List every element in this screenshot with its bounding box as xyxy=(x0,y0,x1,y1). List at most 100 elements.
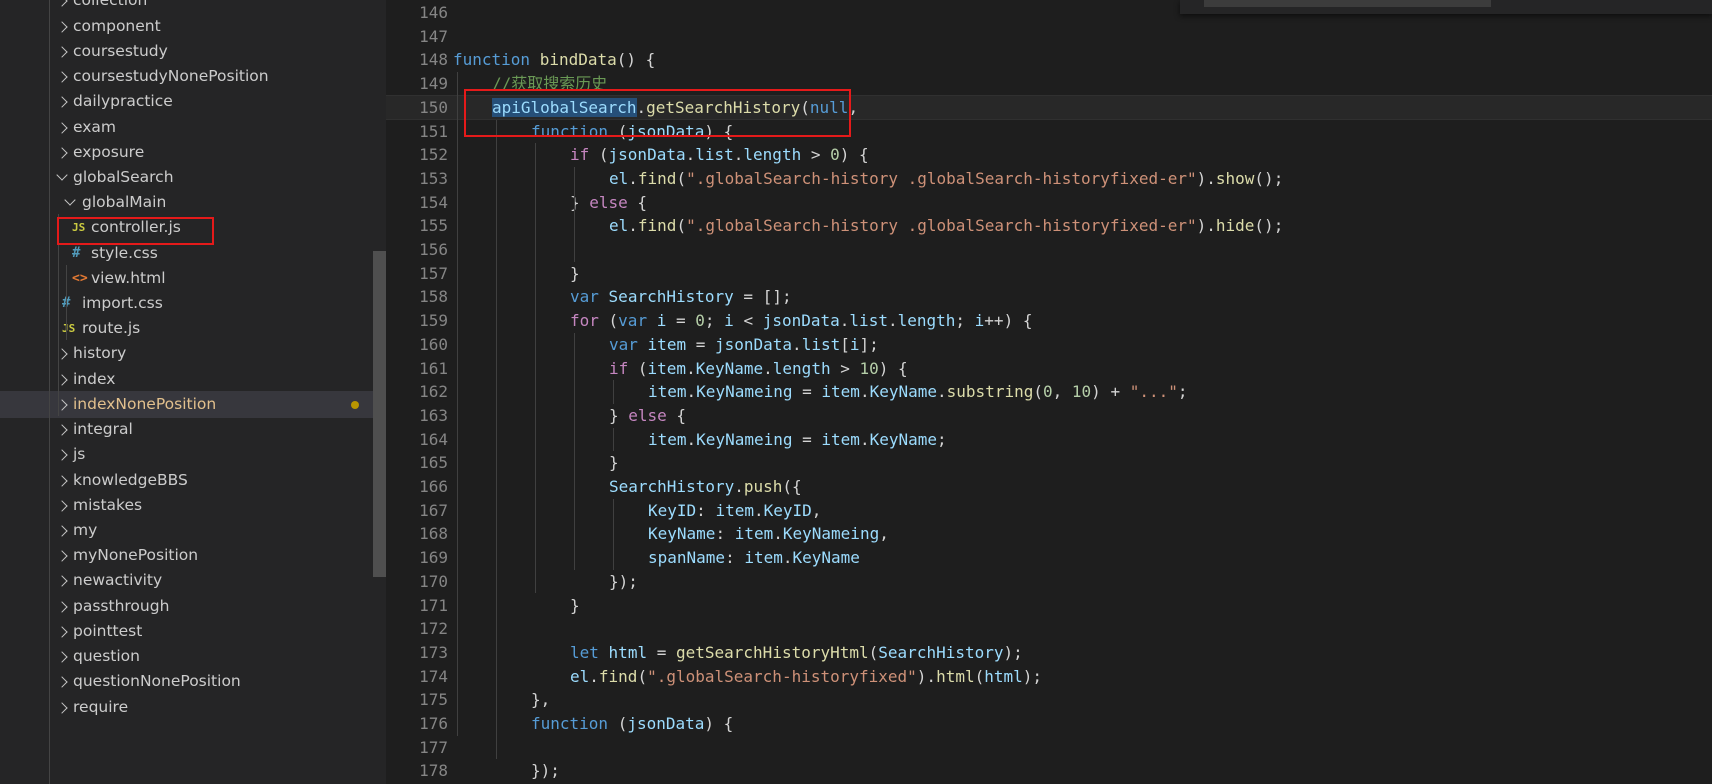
code-line[interactable]: 166 SearchHistory.push({ xyxy=(386,475,1712,499)
tree-indent-guide xyxy=(66,264,67,341)
code-text: apiGlobalSearch.getSearchHistory(null, xyxy=(492,97,859,117)
tree-item-label: view.html xyxy=(91,268,166,287)
code-line[interactable]: 175}, xyxy=(386,688,1712,712)
chevron-right-icon xyxy=(56,474,68,487)
folder-js[interactable]: js xyxy=(0,441,386,469)
line-number: 156 xyxy=(419,240,448,259)
chevron-right-icon xyxy=(56,550,68,562)
folder-passthrough[interactable]: passthrough xyxy=(0,593,386,621)
chevron-right-icon xyxy=(56,500,68,512)
code-line[interactable]: 177 xyxy=(386,736,1712,760)
line-number: 164 xyxy=(419,429,448,449)
folder-mynoneposition[interactable]: myNonePosition xyxy=(0,542,386,570)
code-line[interactable]: 172 xyxy=(386,617,1712,641)
code-text: var SearchHistory = []; xyxy=(570,287,792,307)
folder-integral[interactable]: integral xyxy=(0,416,386,444)
code-line[interactable]: 171} xyxy=(386,594,1712,618)
code-text: function bindData() { xyxy=(453,50,656,70)
find-input[interactable] xyxy=(1204,0,1491,7)
folder-exposure[interactable]: exposure xyxy=(0,139,386,167)
css-file-icon: # xyxy=(72,244,81,261)
folder-dailypractice[interactable]: dailypractice xyxy=(0,88,386,116)
code-line[interactable]: 149 //获取搜索历史 xyxy=(386,72,1712,96)
folder-globalmain[interactable]: globalMain xyxy=(0,189,386,217)
folder-pointtest[interactable]: pointtest xyxy=(0,618,386,646)
code-line[interactable]: 155 el.find(".globalSearch-history .globa… xyxy=(386,214,1712,238)
tree-item-label: dailypractice xyxy=(73,92,173,111)
tree-item-label: coursestudy xyxy=(73,41,168,60)
code-line[interactable]: 162 item.KeyNameing = item.KeyName.substr… xyxy=(386,380,1712,404)
line-number: 154 xyxy=(419,192,448,212)
line-number: 159 xyxy=(419,311,448,331)
code-text: }); xyxy=(609,571,638,591)
chevron-right-icon xyxy=(56,71,68,83)
code-text: }, xyxy=(531,690,551,710)
code-line[interactable]: 164 item.KeyNameing = item.KeyName; xyxy=(386,428,1712,452)
explorer-scrollbar[interactable] xyxy=(373,251,386,577)
code-line[interactable]: 150 apiGlobalSearch.getSearchHistory(null… xyxy=(386,94,1712,121)
code-indent-guide xyxy=(496,119,497,760)
folder-globalsearch[interactable]: globalSearch xyxy=(0,164,386,192)
code-line[interactable]: 167 KeyID: item.KeyID, xyxy=(386,499,1712,523)
chevron-right-icon xyxy=(56,601,68,613)
code-line[interactable]: 170}); xyxy=(386,570,1712,594)
folder-newactivity[interactable]: newactivity xyxy=(0,567,386,595)
code-line[interactable]: 168 KeyName: item.KeyNameing, xyxy=(386,522,1712,546)
tree-indent-guide xyxy=(49,0,50,784)
code-line[interactable]: 178}); xyxy=(386,759,1712,783)
code-line[interactable]: 163} else { xyxy=(386,404,1712,428)
code-line[interactable]: 176 function (jsonData) { xyxy=(386,712,1712,736)
code-text: if (jsonData.list.length > 0) { xyxy=(570,145,869,165)
chevron-down-icon xyxy=(56,169,68,181)
code-line[interactable]: 169 spanName: item.KeyName xyxy=(386,546,1712,570)
code-line[interactable]: 173 let html = getSearchHistoryHtml(Searc… xyxy=(386,641,1712,665)
code-line[interactable]: 165} xyxy=(386,451,1712,475)
code-line[interactable]: 151 function (jsonData) { xyxy=(386,120,1712,144)
folder-questionnoneposition[interactable]: questionNonePosition xyxy=(0,668,386,696)
folder-my[interactable]: my xyxy=(0,517,386,545)
code-text: SearchHistory.push({ xyxy=(609,477,802,496)
tree-item-label: passthrough xyxy=(73,596,170,615)
code-text: item.KeyNameing = item.KeyName; xyxy=(648,429,947,449)
code-line[interactable]: 158 var SearchHistory = []; xyxy=(386,285,1712,309)
code-indent-guide xyxy=(613,380,614,404)
line-number: 177 xyxy=(419,737,448,757)
code-line[interactable]: 156 xyxy=(386,238,1712,262)
code-indent-guide xyxy=(613,498,614,570)
code-line[interactable]: 157} xyxy=(386,262,1712,286)
tree-item-label: indexNonePosition xyxy=(73,394,217,413)
code-line[interactable]: 152 if (jsonData.list.length > 0) { xyxy=(386,143,1712,167)
tree-item-label: coursestudyNonePosition xyxy=(73,67,269,86)
line-number: 155 xyxy=(419,216,448,236)
code-line[interactable]: 159 for (var i = 0; i < jsonData.list.len… xyxy=(386,309,1712,333)
line-number: 162 xyxy=(419,382,448,402)
tree-item-label: questionNonePosition xyxy=(73,672,241,691)
folder-mistakes[interactable]: mistakes xyxy=(0,492,386,520)
folder-knowledgebbs[interactable]: knowledgeBBS xyxy=(0,467,386,495)
folder-question[interactable]: question xyxy=(0,643,386,671)
code-line[interactable]: 160 var item = jsonData.list[i]; xyxy=(386,333,1712,357)
code-text: } else { xyxy=(570,192,648,212)
line-number: 172 xyxy=(419,619,448,639)
code-line[interactable]: 147 xyxy=(386,25,1712,49)
line-number: 166 xyxy=(419,477,448,496)
code-line[interactable]: 154 } else { xyxy=(386,191,1712,215)
code-indent-guide xyxy=(574,332,575,570)
folder-exam[interactable]: exam xyxy=(0,114,386,142)
folder-coursestudynoneposition[interactable]: coursestudyNonePosition xyxy=(0,63,386,91)
tree-item-label: style.css xyxy=(91,243,158,262)
tree-item-label: pointtest xyxy=(73,621,143,640)
tree-indent-guide xyxy=(58,214,59,417)
folder-component[interactable]: component xyxy=(0,13,386,41)
code-line[interactable]: 174 el.find(".globalSearch-historyfixed")… xyxy=(386,665,1712,689)
folder-coursestudy[interactable]: coursestudy xyxy=(0,38,386,66)
code-line[interactable]: 148 function bindData() { xyxy=(386,48,1712,72)
folder-require[interactable]: require xyxy=(0,694,386,722)
code-line[interactable]: 161 if (item.KeyName.length > 10) { xyxy=(386,357,1712,381)
find-widget[interactable] xyxy=(1180,0,1712,14)
code-editor[interactable]: 146 147 148 function bindData() {149//获取搜索历… xyxy=(386,0,1712,784)
chevron-right-icon xyxy=(56,20,68,33)
line-number: 171 xyxy=(419,595,448,615)
tree-item-label: route.js xyxy=(82,319,141,338)
code-line[interactable]: 153 el.find(".globalSearch-history .globa… xyxy=(386,167,1712,191)
